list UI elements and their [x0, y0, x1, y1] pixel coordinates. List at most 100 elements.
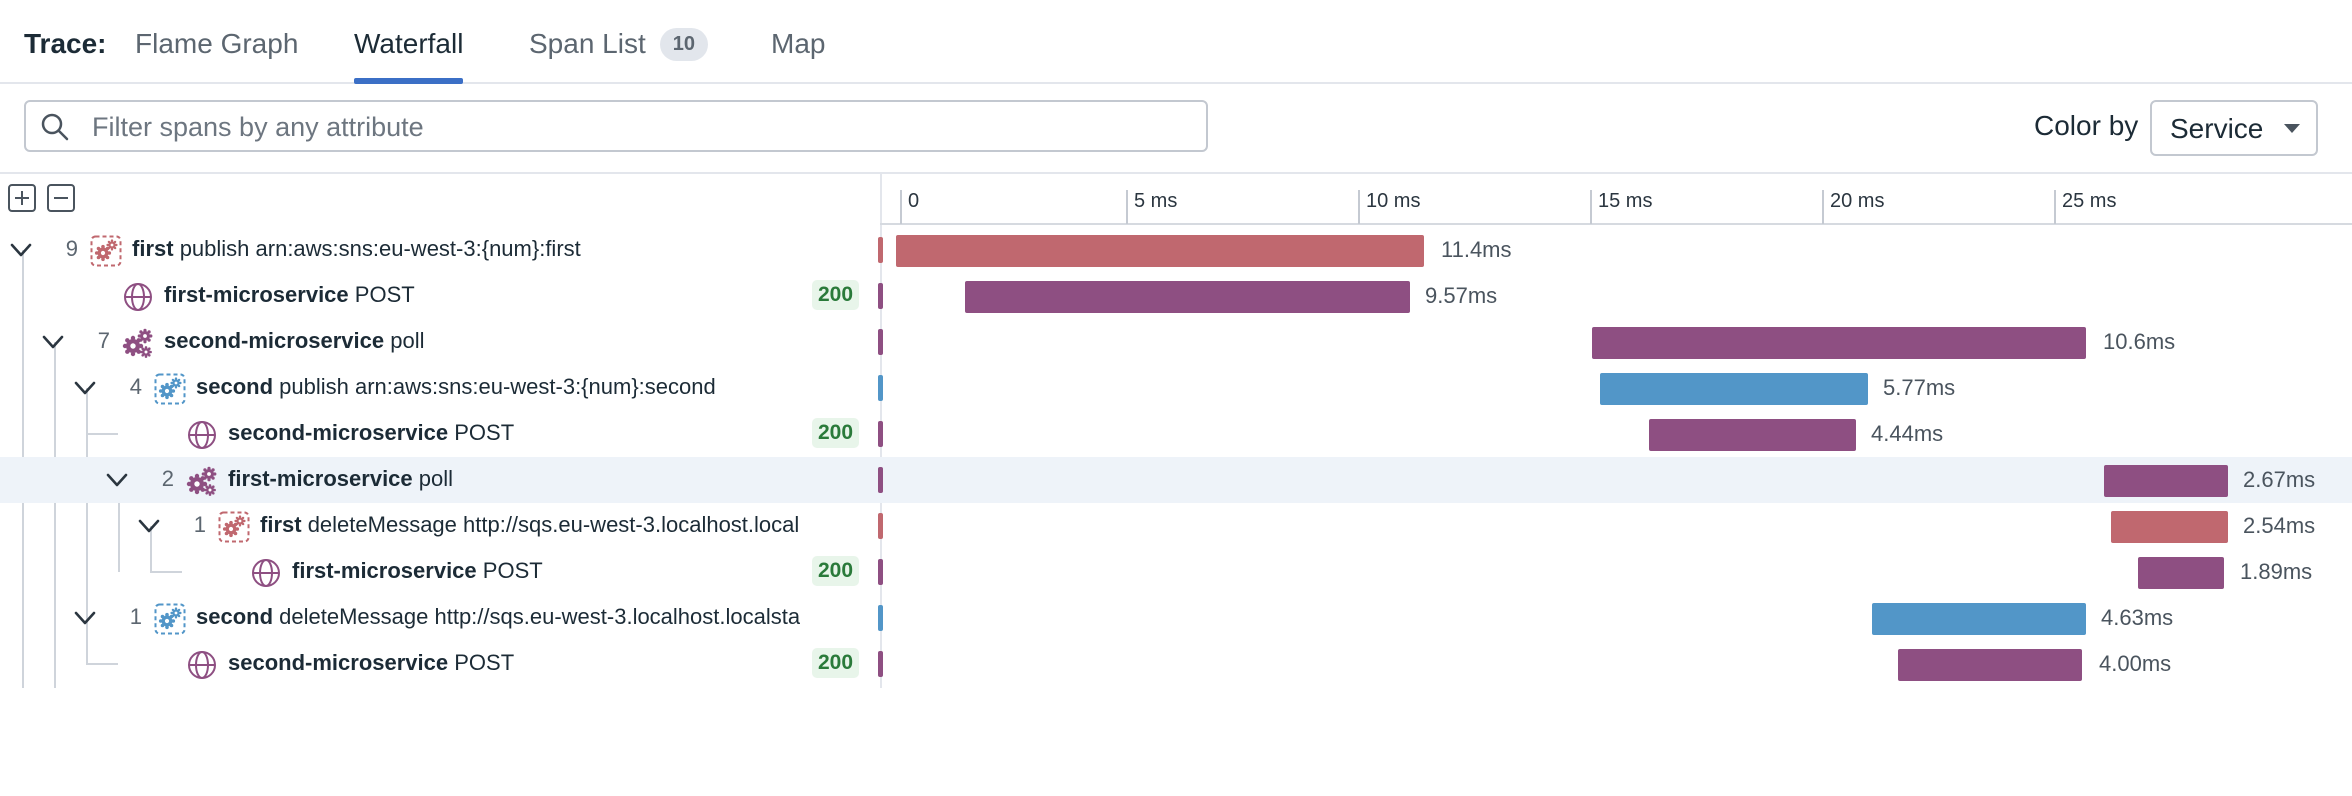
- span-operation: POST: [454, 650, 515, 675]
- span-duration-bar[interactable]: [1872, 603, 2086, 635]
- color-by-value: Service: [2170, 113, 2264, 144]
- globe-icon: [122, 281, 154, 313]
- span-label: second-microservice poll: [164, 328, 424, 354]
- span-duration-bar[interactable]: [1898, 649, 2082, 681]
- span-label: first-microservice POST: [164, 282, 415, 308]
- tab-span-list[interactable]: Span List 10: [529, 28, 708, 82]
- timeline-ruler: [880, 223, 2352, 225]
- span-color-marker: [878, 421, 883, 447]
- span-filter-input[interactable]: [90, 108, 1194, 146]
- span-operation: publish arn:aws:sns:eu-west-3:{num}:firs…: [179, 236, 581, 261]
- span-color-marker: [878, 375, 883, 401]
- sns-cog-icon: [90, 235, 122, 267]
- span-row[interactable]: 1 first deleteMessage http://sqs.eu-west-…: [0, 503, 2352, 549]
- span-operation: POST: [454, 420, 515, 445]
- span-label: second deleteMessage http://sqs.eu-west-…: [196, 604, 800, 630]
- timeline-tick: 25 ms: [2054, 190, 2116, 224]
- span-operation: POST: [354, 282, 415, 307]
- chevron-down-icon[interactable]: [7, 236, 35, 264]
- timeline-tick-label: 20 ms: [1830, 190, 1885, 212]
- tab-label: Span List: [529, 28, 646, 59]
- span-label: first-microservice POST: [292, 558, 543, 584]
- span-operation: publish arn:aws:sns:eu-west-3:{num}:seco…: [279, 374, 716, 399]
- span-duration-bar[interactable]: [2138, 557, 2224, 589]
- span-duration-label: 10.6ms: [2103, 329, 2176, 354]
- span-service: first-microservice: [164, 282, 349, 307]
- span-service: second-microservice: [164, 328, 385, 353]
- span-duration-bar[interactable]: [896, 235, 1424, 267]
- span-label: first-microservice poll: [228, 466, 453, 492]
- span-row[interactable]: 9 first publish arn:aws:sns:eu-west-3:{nu…: [0, 227, 2352, 273]
- descendant-count: 1: [129, 604, 142, 629]
- span-color-marker: [878, 651, 883, 677]
- status-badge: 200: [812, 556, 860, 586]
- span-color-marker: [878, 467, 883, 493]
- trace-title: Trace:: [24, 28, 107, 59]
- color-by-select[interactable]: Service: [2150, 100, 2318, 156]
- span-operation: poll: [390, 328, 425, 353]
- chevron-down-icon[interactable]: [39, 328, 67, 356]
- span-row[interactable]: first-microservice POST 200 1.89ms: [0, 549, 2352, 595]
- span-service: first-microservice: [228, 466, 413, 491]
- sns-cog-icon: [218, 511, 250, 543]
- span-filter: [24, 100, 1208, 152]
- span-duration-label: 2.54ms: [2243, 513, 2316, 538]
- color-by-label: Color by: [2034, 110, 2139, 141]
- span-service: first: [260, 512, 302, 537]
- span-row[interactable]: 2 first-microservice poll 2.67ms: [0, 457, 2352, 503]
- tab-label: Waterfall: [354, 28, 464, 59]
- span-duration-bar[interactable]: [965, 281, 1410, 313]
- tab-waterfall[interactable]: Waterfall: [354, 28, 464, 84]
- status-badge: 200: [812, 648, 860, 678]
- sns-cog-icon: [154, 373, 186, 405]
- chevron-down-icon[interactable]: [71, 604, 99, 632]
- chevron-down-icon[interactable]: [71, 374, 99, 402]
- span-duration-bar[interactable]: [1600, 373, 1868, 405]
- descendant-count: 2: [161, 466, 174, 491]
- span-label: first publish arn:aws:sns:eu-west-3:{num…: [132, 236, 581, 262]
- expand-all-icon[interactable]: [8, 184, 36, 212]
- span-row[interactable]: 4 second publish arn:aws:sns:eu-west-3:{n…: [0, 365, 2352, 411]
- collapse-all-icon[interactable]: [47, 184, 75, 212]
- span-row[interactable]: 1 second deleteMessage http://sqs.eu-west…: [0, 595, 2352, 641]
- span-duration-bar[interactable]: [2111, 511, 2228, 543]
- timeline-tick: 10 ms: [1358, 190, 1420, 224]
- span-duration-bar[interactable]: [1592, 327, 2086, 359]
- span-color-marker: [878, 513, 883, 539]
- chevron-down-icon[interactable]: [135, 512, 163, 540]
- timeline-tick: 15 ms: [1590, 190, 1652, 224]
- timeline-tick-label: 0: [908, 190, 920, 212]
- span-row[interactable]: 7 second-microservice poll 10.6ms: [0, 319, 2352, 365]
- descendant-count: 9: [65, 236, 78, 261]
- timeline-tick-label: 15 ms: [1598, 190, 1653, 212]
- span-duration-label: 2.67ms: [2243, 467, 2316, 492]
- span-row[interactable]: second-microservice POST 200 4.00ms: [0, 641, 2352, 687]
- waterfall-top-border: [0, 172, 2352, 174]
- span-service: second-microservice: [228, 420, 449, 445]
- span-duration-bar[interactable]: [1649, 419, 1856, 451]
- tab-label: Flame Graph: [135, 28, 299, 59]
- globe-icon: [250, 557, 282, 589]
- span-color-marker: [878, 237, 883, 263]
- span-row[interactable]: first-microservice POST 200 9.57ms: [0, 273, 2352, 319]
- tab-map[interactable]: Map: [771, 28, 825, 82]
- span-duration-bar[interactable]: [2104, 465, 2228, 497]
- globe-icon: [186, 649, 218, 681]
- span-service: second: [196, 604, 274, 629]
- chevron-down-icon[interactable]: [103, 466, 131, 494]
- span-row[interactable]: second-microservice POST 200 4.44ms: [0, 411, 2352, 457]
- span-service: first: [132, 236, 174, 261]
- tab-flame-graph[interactable]: Flame Graph: [135, 28, 298, 82]
- span-label: second-microservice POST: [228, 650, 514, 676]
- status-badge: 200: [812, 280, 860, 310]
- tab-label: Map: [771, 28, 826, 59]
- span-color-marker: [878, 559, 883, 585]
- span-duration-label: 4.44ms: [1871, 421, 1944, 446]
- timeline-tick-label: 25 ms: [2062, 190, 2117, 212]
- timeline-tick: 0: [900, 190, 919, 224]
- span-duration-label: 1.89ms: [2240, 559, 2313, 584]
- globe-icon: [186, 419, 218, 451]
- span-duration-label: 5.77ms: [1883, 375, 1956, 400]
- descendant-count: 7: [97, 328, 110, 353]
- span-color-marker: [878, 329, 883, 355]
